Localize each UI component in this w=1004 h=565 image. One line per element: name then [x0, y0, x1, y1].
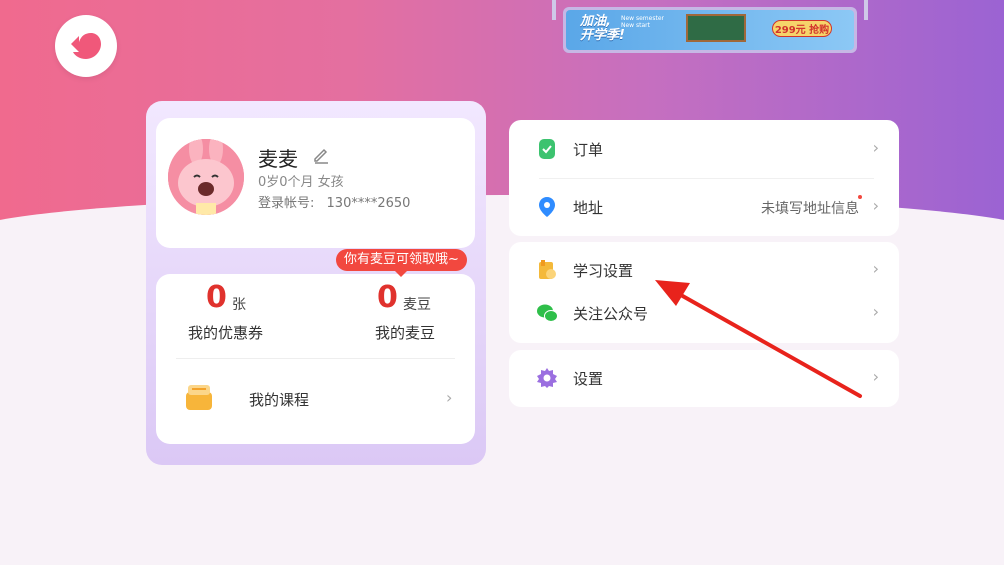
shield-check-icon [539, 139, 555, 159]
coupon-unit: 张 [232, 297, 246, 313]
banner-subtitle: New semester New start [621, 15, 664, 29]
stats-divider [176, 358, 455, 359]
back-button[interactable] [55, 15, 117, 77]
chevron-right-icon: › [872, 259, 879, 278]
banner-price-button[interactable]: 299元 抢购 [772, 20, 832, 37]
account-label: 登录帐号: [258, 196, 315, 211]
course-box-icon [186, 385, 212, 410]
menu-divider [539, 178, 874, 179]
avatar[interactable] [168, 139, 244, 215]
menu-item-address[interactable]: 地址 未填写地址信息 › [509, 182, 899, 232]
menu-item-settings[interactable]: 设置 › [509, 353, 899, 403]
my-courses-label: 我的课程 [249, 391, 310, 409]
address-label: 地址 [573, 199, 604, 217]
follow-account-label: 关注公众号 [573, 305, 649, 323]
chevron-right-icon: › [872, 196, 879, 215]
menu-card-study-follow: 学习设置 › 关注公众号 › [509, 242, 899, 343]
notification-dot [858, 195, 862, 199]
beans-notice-bubble[interactable]: 你有麦豆可领取哦~ [336, 249, 467, 277]
banner-hanger-right [864, 0, 868, 20]
banner-hanger-left [552, 0, 556, 20]
gear-icon [537, 368, 557, 388]
location-pin-icon [539, 197, 555, 217]
edit-icon[interactable] [312, 146, 330, 164]
menu-item-follow-account[interactable]: 关注公众号 › [509, 288, 899, 338]
chevron-right-icon: › [872, 138, 879, 157]
promo-banner[interactable]: 加油, 开学季! New semester New start 299元 抢购 [563, 7, 857, 53]
beans-stat[interactable]: 0 麦豆 我的麦豆 [370, 280, 470, 346]
beans-label: 我的麦豆 [375, 324, 436, 342]
menu-card-orders-address: 订单 › 地址 未填写地址信息 › [509, 120, 899, 236]
account-value: 130****2650 [326, 196, 411, 211]
beans-count: 0 [377, 280, 398, 315]
coupon-stat[interactable]: 0 张 我的优惠券 [180, 280, 280, 346]
chevron-right-icon: › [872, 367, 879, 386]
bunny-avatar-icon [168, 139, 244, 215]
account-info: 登录帐号: 130****2650 [258, 192, 410, 211]
wechat-icon [537, 304, 558, 322]
chevron-right-icon: › [446, 388, 453, 407]
age-gender: 0岁0个月 女孩 [258, 175, 344, 190]
coupon-count: 0 [206, 280, 227, 315]
menu-card-settings: 设置 › [509, 350, 899, 407]
chevron-right-icon: › [872, 302, 879, 321]
banner-title: 加油, 开学季! [580, 14, 625, 43]
menu-item-orders[interactable]: 订单 › [509, 124, 899, 174]
orders-label: 订单 [573, 141, 604, 159]
settings-label: 设置 [573, 370, 604, 388]
user-name: 麦麦 [258, 147, 298, 171]
beans-unit: 麦豆 [403, 297, 431, 313]
my-courses-row[interactable]: 我的课程 › [176, 372, 462, 428]
study-book-icon [539, 260, 556, 279]
address-value: 未填写地址信息 [761, 201, 859, 217]
study-settings-label: 学习设置 [573, 262, 634, 280]
chalkboard-illustration [686, 14, 746, 42]
back-arrow-icon [71, 33, 101, 59]
coupon-label: 我的优惠券 [188, 324, 264, 342]
